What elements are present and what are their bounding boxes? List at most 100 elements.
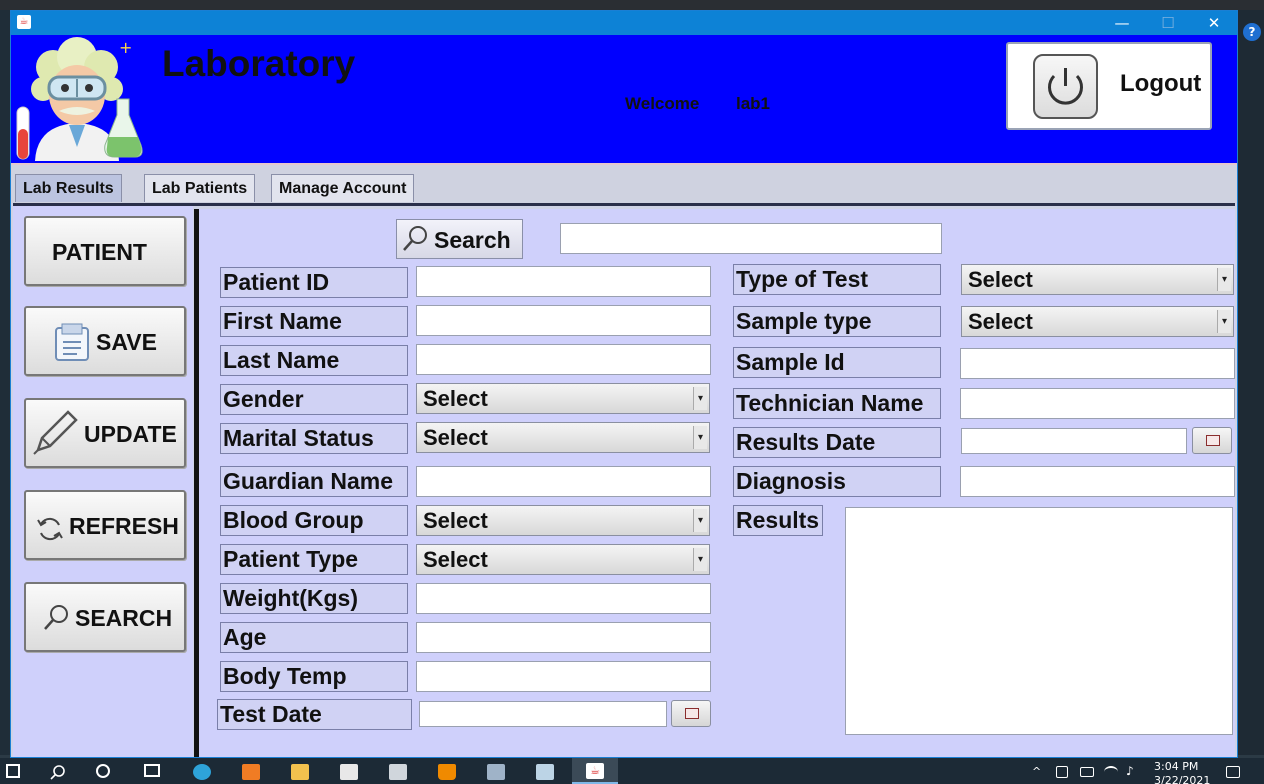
first-name-field[interactable] [416, 305, 711, 336]
results-date-picker [961, 426, 1235, 457]
search-icon[interactable] [50, 764, 66, 780]
patient-type-select[interactable]: Select ▾ [416, 544, 710, 575]
gender-select[interactable]: Select ▾ [416, 383, 710, 414]
update-button-label: UPDATE [84, 421, 177, 447]
calendar-icon[interactable] [1192, 427, 1232, 454]
page-title: Laboratory [162, 43, 356, 84]
age-field[interactable] [416, 622, 711, 653]
minimize-button[interactable]: — [1099, 11, 1145, 35]
app-window: ☕ — ☐ ✕ + Laboratory Welcome lab1 Logout… [10, 10, 1238, 758]
search-sidebar-label: SEARCH [75, 605, 173, 631]
maximize-button[interactable]: ☐ [1145, 11, 1191, 35]
patient-button[interactable]: PATIENT [24, 216, 186, 286]
sample-id-field[interactable] [960, 348, 1235, 379]
tray-icon[interactable] [1056, 766, 1068, 778]
technician-name-field[interactable] [960, 388, 1235, 419]
help-icon[interactable]: ? [1243, 23, 1261, 41]
refresh-button[interactable]: REFRESH [24, 490, 186, 560]
technician-name-label: Technician Name [733, 388, 941, 419]
welcome-label: Welcome [625, 94, 700, 113]
blood-group-value: Select [423, 508, 488, 533]
results-textarea[interactable] [845, 507, 1233, 735]
patient-type-label: Patient Type [220, 544, 408, 575]
guardian-name-field[interactable] [416, 466, 711, 497]
desktop-right-strip [1238, 10, 1264, 755]
store-icon[interactable] [340, 764, 358, 780]
type-of-test-select[interactable]: Select ▾ [961, 264, 1234, 295]
last-name-field[interactable] [416, 344, 711, 375]
last-name-label: Last Name [220, 345, 408, 376]
vlc-icon[interactable] [438, 764, 456, 780]
file-explorer-icon[interactable] [291, 764, 309, 780]
patient-id-label: Patient ID [220, 267, 408, 298]
power-icon [1033, 54, 1098, 119]
sample-type-select[interactable]: Select ▾ [961, 306, 1234, 337]
diagnosis-field[interactable] [960, 466, 1235, 497]
start-icon[interactable] [6, 764, 20, 778]
clock-date[interactable]: 3/22/2021 [1154, 774, 1210, 784]
test-date-label: Test Date [217, 699, 412, 730]
search-icon [403, 226, 427, 251]
type-of-test-label: Type of Test [733, 264, 941, 295]
test-date-picker [419, 699, 715, 730]
test-date-field[interactable] [419, 701, 667, 727]
calendar-icon[interactable] [671, 700, 711, 727]
chevron-down-icon: ▾ [693, 387, 707, 410]
cortana-icon[interactable] [96, 764, 110, 778]
desktop-left-strip [0, 10, 10, 755]
notifications-icon[interactable] [1226, 766, 1240, 778]
java-app-taskbar-button[interactable]: ☕ [572, 758, 618, 784]
age-label: Age [220, 622, 408, 653]
desktop-top-strip [0, 0, 1264, 10]
save-button[interactable]: SAVE [24, 306, 186, 376]
pencil-icon [33, 410, 78, 455]
task-view-icon[interactable] [144, 764, 160, 777]
search-button[interactable]: Search [396, 219, 523, 259]
body-temp-field[interactable] [416, 661, 711, 692]
refresh-icon [37, 517, 63, 541]
edge-icon[interactable] [193, 764, 211, 780]
close-button[interactable]: ✕ [1191, 11, 1237, 35]
clock-time[interactable]: 3:04 PM [1154, 760, 1198, 773]
mail-icon[interactable] [389, 764, 407, 780]
search-input[interactable] [560, 223, 942, 254]
taskbar: ☕ ^ ♪ 3:04 PM 3/22/2021 [0, 758, 1264, 784]
chevron-down-icon: ▾ [1217, 310, 1231, 333]
weight-label: Weight(Kgs) [220, 583, 408, 614]
logout-button[interactable]: Logout [1006, 42, 1212, 130]
first-name-label: First Name [220, 306, 408, 337]
chevron-down-icon: ▾ [693, 548, 707, 571]
marital-status-value: Select [423, 425, 488, 450]
xampp-icon[interactable] [242, 764, 260, 780]
patient-button-label: PATIENT [52, 239, 147, 265]
document-icon [55, 323, 89, 361]
patient-id-field[interactable] [416, 266, 711, 297]
diagnosis-label: Diagnosis [733, 466, 941, 497]
username-label: lab1 [736, 94, 771, 113]
java-icon: ☕ [17, 15, 31, 29]
marital-status-select[interactable]: Select ▾ [416, 422, 710, 453]
lab-results-form: Search Patient ID First Name Last Name G… [199, 209, 1235, 757]
app-icon[interactable] [487, 764, 505, 780]
chevron-up-icon[interactable]: ^ [1032, 765, 1041, 778]
search-sidebar-button[interactable]: SEARCH [24, 582, 186, 652]
type-of-test-value: Select [968, 267, 1033, 292]
blood-group-label: Blood Group [220, 505, 408, 536]
logout-label: Logout [1120, 70, 1202, 97]
tab-lab-results[interactable]: Lab Results [15, 174, 122, 202]
svg-text:+: + [119, 38, 132, 57]
results-date-field[interactable] [961, 428, 1187, 454]
guardian-name-label: Guardian Name [220, 466, 408, 497]
update-button[interactable]: UPDATE [24, 398, 186, 468]
app-icon[interactable] [536, 764, 554, 780]
battery-icon[interactable] [1080, 767, 1094, 777]
weight-field[interactable] [416, 583, 711, 614]
volume-icon[interactable]: ♪ [1126, 764, 1134, 778]
tab-manage-account[interactable]: Manage Account [271, 174, 415, 202]
gender-value: Select [423, 386, 488, 411]
network-icon[interactable] [1104, 766, 1118, 778]
blood-group-select[interactable]: Select ▾ [416, 505, 710, 536]
java-icon: ☕ [586, 763, 604, 779]
magnifier-icon [44, 605, 68, 630]
tab-lab-patients[interactable]: Lab Patients [144, 174, 256, 202]
